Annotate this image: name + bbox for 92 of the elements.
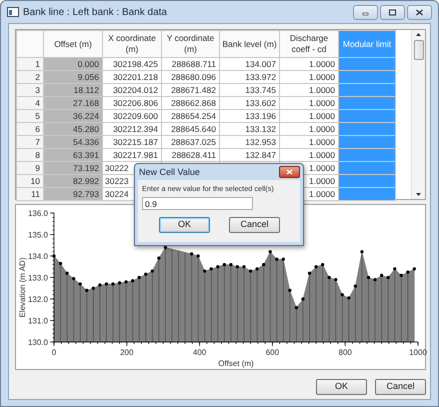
table-cell: 302198.425 bbox=[102, 58, 162, 70]
minimize-button[interactable] bbox=[353, 4, 378, 20]
close-button[interactable] bbox=[279, 166, 300, 178]
close-button[interactable] bbox=[407, 4, 432, 20]
table-cell: 1.0000 bbox=[280, 96, 338, 110]
y-tick-label: 130.0 bbox=[28, 338, 48, 347]
table-cell: 133.196 bbox=[220, 110, 280, 122]
column-header[interactable]: Offset (m) bbox=[44, 30, 102, 58]
table-cell: 1.0000 bbox=[280, 58, 338, 70]
table-cell: 132.953 bbox=[220, 136, 280, 148]
table-cell: 1.0000 bbox=[280, 110, 338, 122]
table-cell: 302206.806 bbox=[102, 96, 162, 110]
row-header[interactable]: 3 bbox=[16, 84, 44, 96]
table-cell: 63.391 bbox=[44, 148, 102, 162]
table-cell: 133.132 bbox=[220, 122, 280, 136]
x-tick-label: 0 bbox=[52, 348, 56, 357]
row-header[interactable]: 4 bbox=[16, 96, 44, 110]
row-header[interactable]: 9 bbox=[16, 162, 44, 174]
y-tick-label: 134.0 bbox=[28, 252, 48, 261]
x-tick-label: 600 bbox=[266, 348, 280, 357]
scrollbar[interactable] bbox=[411, 30, 425, 199]
table-cell: 133.972 bbox=[220, 70, 280, 84]
row-header[interactable]: 7 bbox=[16, 136, 44, 148]
table-cell: 288662.868 bbox=[162, 96, 220, 110]
table-cell: 288688.711 bbox=[162, 58, 220, 70]
maximize-icon bbox=[388, 8, 397, 16]
dialog-ok-button[interactable]: OK bbox=[159, 217, 210, 233]
table-cell: 302209.600 bbox=[102, 110, 162, 122]
table-cell: 288628.411 bbox=[162, 148, 220, 162]
table-cell: 18.112 bbox=[44, 84, 102, 96]
y-axis-title: Elevation (m AD) bbox=[18, 257, 27, 318]
x-tick-label: 400 bbox=[192, 348, 206, 357]
column-header[interactable]: X coordinate (m) bbox=[102, 30, 162, 58]
table-cell: 1.0000 bbox=[280, 122, 338, 136]
window-title: Bank line : Left bank : Bank data bbox=[23, 6, 168, 20]
column-header[interactable]: Discharge coeff - cd bbox=[280, 30, 338, 58]
table-cell: 132.847 bbox=[220, 148, 280, 162]
table-cell: 9.056 bbox=[44, 70, 102, 84]
value-field[interactable]: 0.9 bbox=[142, 197, 253, 210]
maximize-button[interactable] bbox=[380, 4, 405, 20]
close-icon bbox=[286, 169, 293, 175]
column-header[interactable]: Y coordinate (m) bbox=[162, 30, 220, 58]
row-header[interactable]: 11 bbox=[16, 188, 44, 200]
table-cell: 288645.640 bbox=[162, 122, 220, 136]
table-cell: 302204.012 bbox=[102, 84, 162, 96]
close-icon bbox=[415, 8, 424, 16]
table-cell: 302217.981 bbox=[102, 148, 162, 162]
table-cell: 133.602 bbox=[220, 96, 280, 110]
scroll-down-icon[interactable] bbox=[415, 192, 422, 197]
dialog-cancel-button[interactable]: Cancel bbox=[229, 217, 280, 233]
y-tick-label: 133.0 bbox=[28, 274, 48, 282]
table-cell: 1.0000 bbox=[280, 84, 338, 96]
ok-button[interactable]: OK bbox=[316, 379, 367, 395]
table-cell: 1.0000 bbox=[280, 70, 338, 84]
table-cell: 288637.025 bbox=[162, 136, 220, 148]
table-cell: 1.0000 bbox=[280, 136, 338, 148]
cancel-button[interactable]: Cancel bbox=[375, 379, 426, 395]
row-header[interactable]: 8 bbox=[16, 148, 44, 162]
x-tick-label: 800 bbox=[338, 348, 352, 357]
window-icon bbox=[7, 7, 19, 17]
table-cell: 0.000 bbox=[44, 58, 102, 70]
scroll-thumb[interactable] bbox=[414, 40, 424, 60]
table-cell: 133.745 bbox=[220, 84, 280, 96]
table-cell: 54.336 bbox=[44, 136, 102, 148]
table-cell: 288671.482 bbox=[162, 84, 220, 96]
column-header[interactable]: Bank level (m) bbox=[220, 30, 280, 58]
y-tick-label: 131.0 bbox=[28, 316, 48, 326]
table-cell: 302215.187 bbox=[102, 136, 162, 148]
table-cell: 302201.218 bbox=[102, 70, 162, 84]
x-axis-title: Offset (m) bbox=[218, 359, 254, 368]
table-cell: 288680.096 bbox=[162, 70, 220, 84]
table-cell: 1.0000 bbox=[280, 148, 338, 162]
table-cell: 302212.394 bbox=[102, 122, 162, 136]
x-tick-label: 200 bbox=[120, 348, 134, 357]
row-header[interactable]: 10 bbox=[16, 174, 44, 188]
y-tick-label: 135.0 bbox=[28, 230, 48, 240]
table-cell: 92.793 bbox=[44, 188, 102, 200]
scroll-up-icon[interactable] bbox=[415, 32, 422, 37]
table-cell: 73.192 bbox=[44, 162, 102, 174]
table-cell: 27.168 bbox=[44, 96, 102, 110]
table-cell: 288654.254 bbox=[162, 110, 220, 122]
row-header[interactable]: 2 bbox=[16, 70, 44, 84]
table-cell: 36.224 bbox=[44, 110, 102, 122]
y-tick-label: 136.0 bbox=[28, 209, 48, 218]
x-tick-label: 1000 bbox=[409, 348, 427, 357]
table-cell: 82.992 bbox=[44, 174, 102, 188]
row-header[interactable]: 1 bbox=[16, 58, 44, 70]
table-cell: 45.280 bbox=[44, 122, 102, 136]
table-cell: 134.007 bbox=[220, 58, 280, 70]
row-header[interactable]: 5 bbox=[16, 110, 44, 122]
y-tick-label: 132.0 bbox=[28, 295, 48, 304]
row-header[interactable]: 6 bbox=[16, 122, 44, 136]
